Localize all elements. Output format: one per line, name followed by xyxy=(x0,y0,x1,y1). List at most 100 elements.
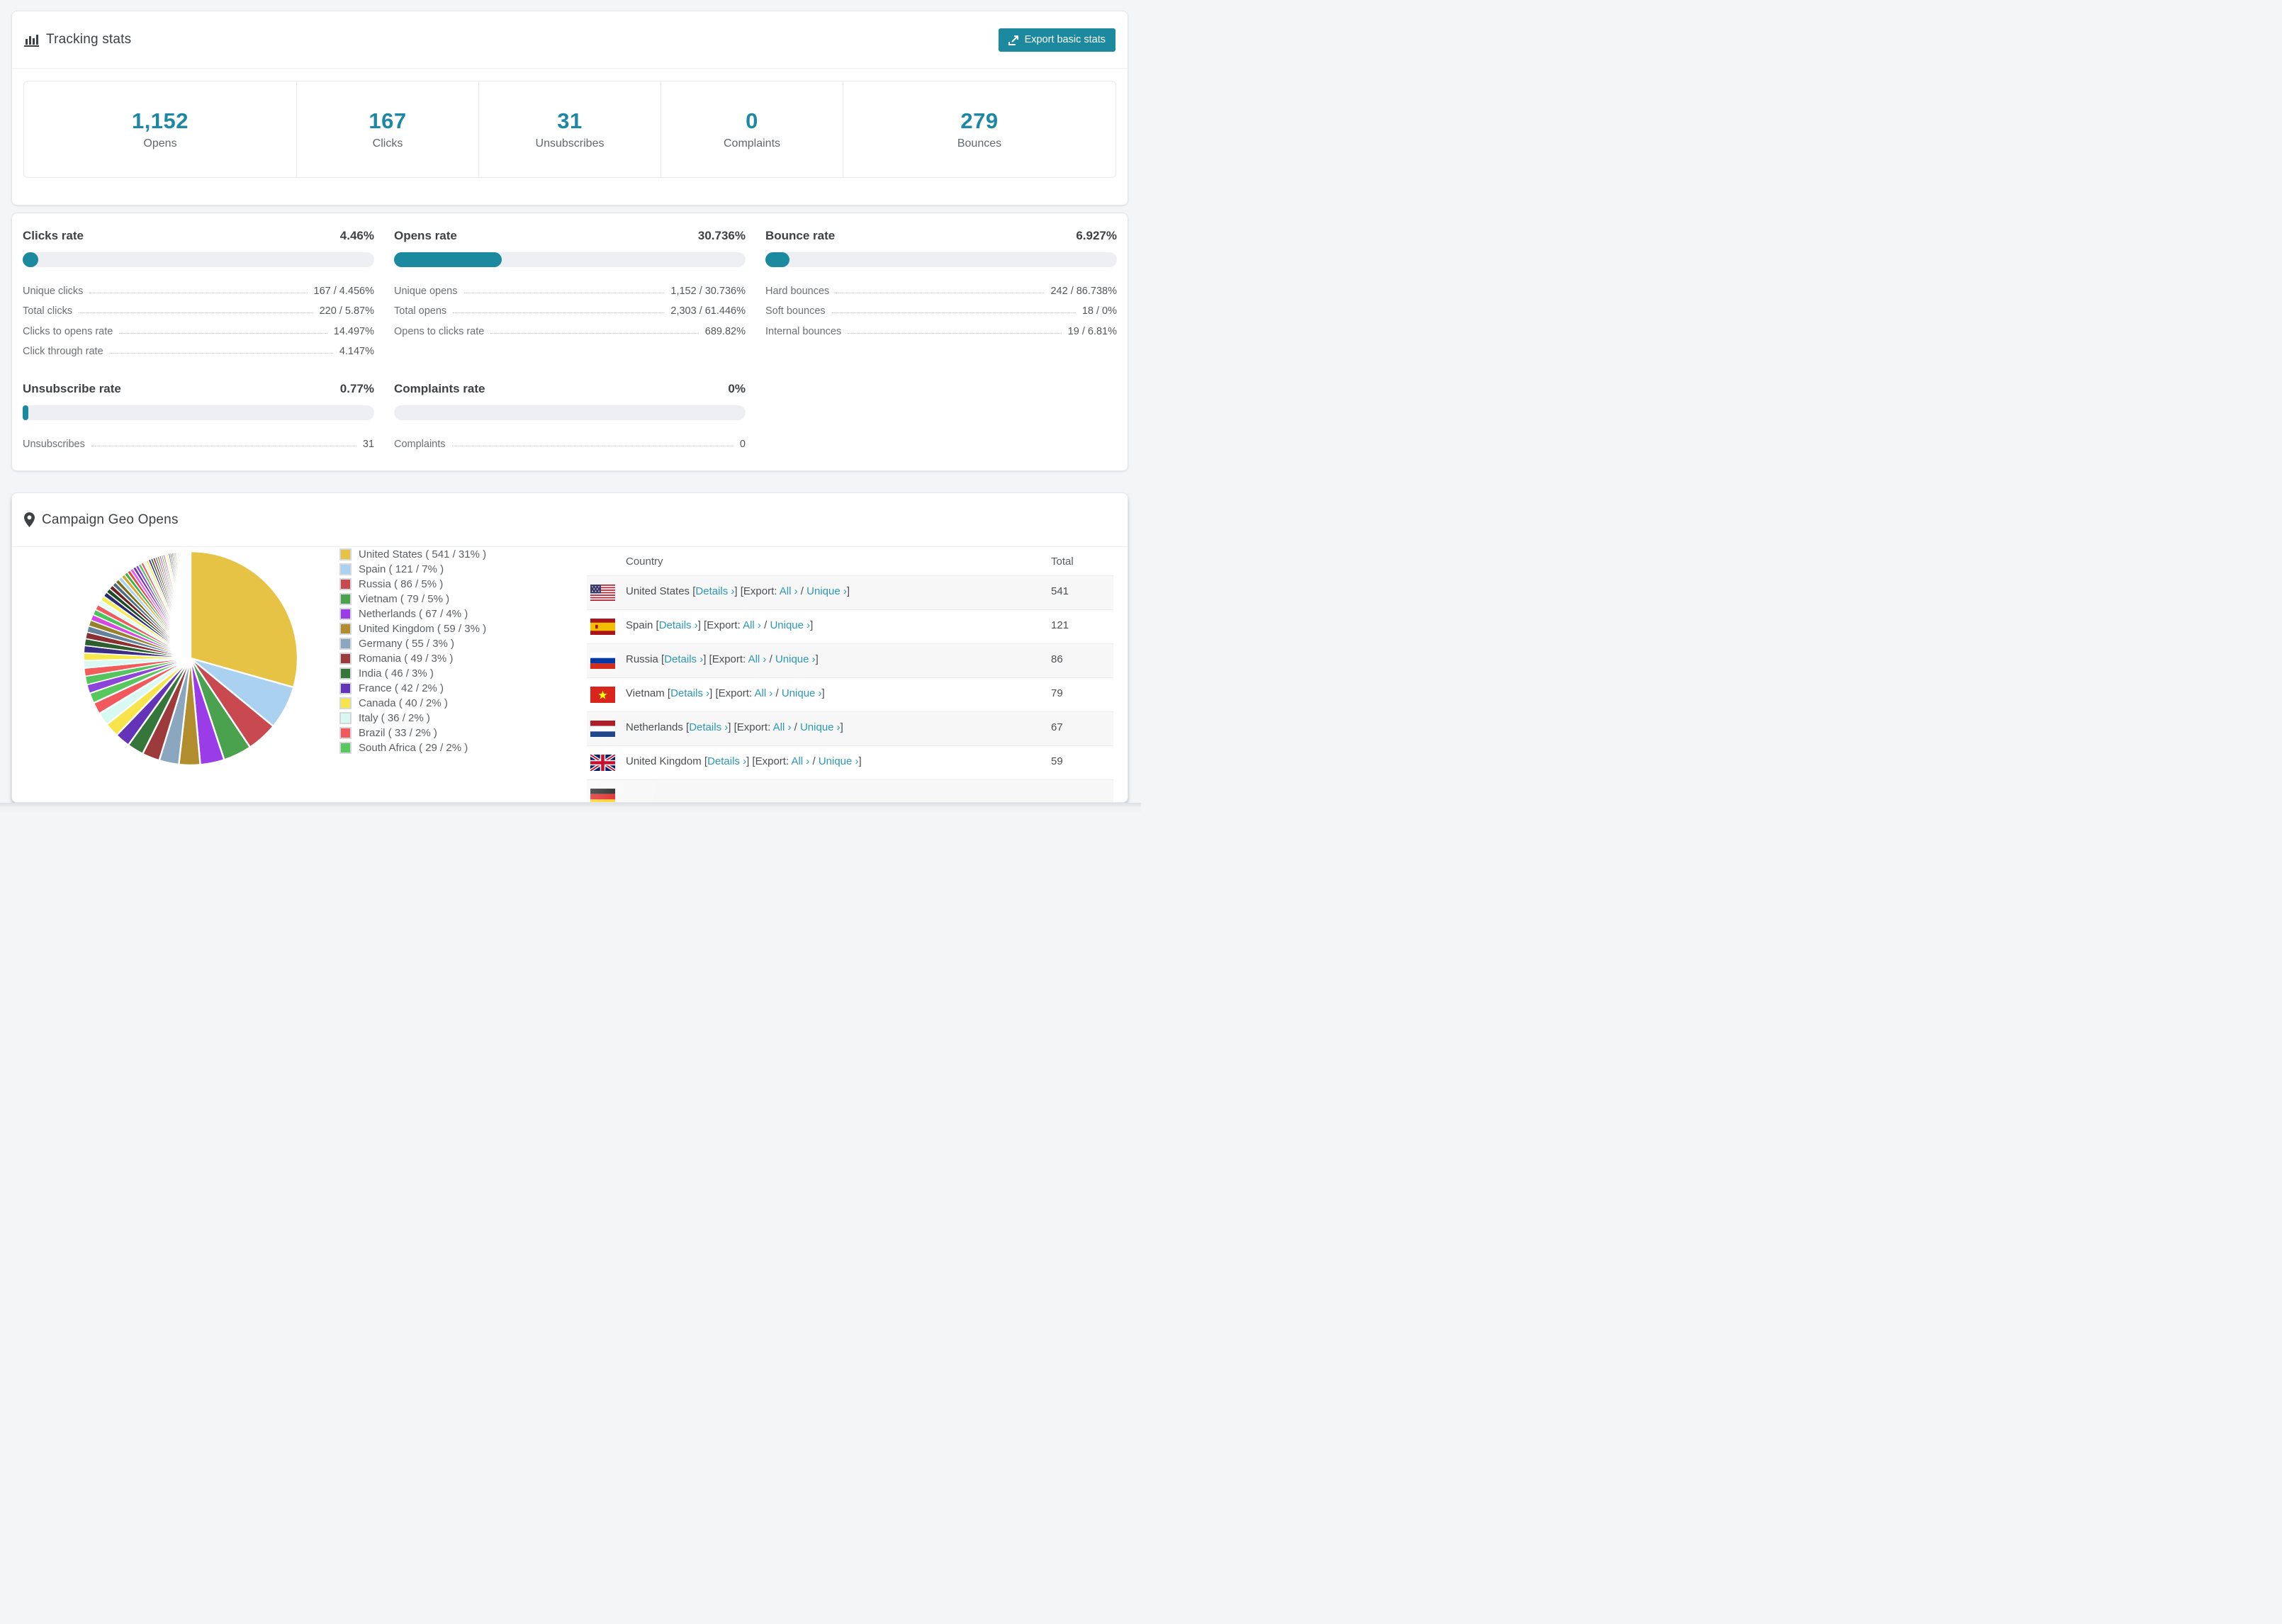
rate-head: Opens rate 30.736% xyxy=(394,229,746,243)
tracking-stats-header: Tracking stats Export basic stats xyxy=(12,11,1128,69)
campaign-geo-opens-card: Campaign Geo Opens United States ( 541 /… xyxy=(11,492,1128,803)
rate-progress-fill xyxy=(765,252,790,267)
rate-value: 4.46% xyxy=(339,229,374,242)
summary-stats-row: 1,152 Opens 167 Clicks 31 Unsubscribes 0 Compla… xyxy=(23,81,1116,178)
legend-swatch xyxy=(339,667,352,680)
country-flag-us xyxy=(590,585,615,601)
rate-detail-label: Hard bounces xyxy=(765,285,830,297)
legend-swatch xyxy=(339,727,352,739)
export-unique-link[interactable]: Unique › xyxy=(806,585,847,597)
export-unique-link[interactable]: Unique › xyxy=(800,721,841,733)
rate-detail-label: Total clicks xyxy=(23,305,73,317)
rate-head: Bounce rate 6.927% xyxy=(765,229,1117,243)
export-all-link[interactable]: All › xyxy=(773,721,792,733)
country-flag-nl xyxy=(590,721,615,737)
dotted-leader xyxy=(831,312,1076,313)
dotted-leader xyxy=(79,312,313,313)
table-row: Spain [Details ›] [Export: All › / Uniqu… xyxy=(587,609,1113,643)
table-row: United Kingdom [Details ›] [Export: All … xyxy=(587,745,1113,779)
geo-table-header: Country Total xyxy=(587,547,1113,575)
legend-swatch xyxy=(339,742,352,754)
export-icon xyxy=(1008,35,1019,45)
legend-swatch xyxy=(339,623,352,635)
column-header-country: Country xyxy=(626,556,663,568)
country-flag-es xyxy=(590,619,615,635)
rate-detail-value: 14.497% xyxy=(333,325,374,337)
stat-label: Opens xyxy=(143,137,177,150)
export-all-link[interactable]: All › xyxy=(743,619,761,631)
details-link[interactable]: Details › xyxy=(707,755,746,767)
rate-detail-row: Unsubscribes 31 xyxy=(23,432,374,452)
rate-head: Complaints rate 0% xyxy=(394,382,746,396)
rate-detail-label: Click through rate xyxy=(23,346,103,357)
details-link[interactable]: Details › xyxy=(670,687,709,699)
export-all-link[interactable]: All › xyxy=(780,585,798,597)
legend-item: Vietnam ( 79 / 5% ) xyxy=(339,592,486,607)
map-pin-icon xyxy=(24,512,35,527)
slash-separator: / xyxy=(766,653,775,665)
rate-progress-fill xyxy=(23,252,39,267)
export-unique-link[interactable]: Unique › xyxy=(782,687,822,699)
column-header-total: Total xyxy=(1051,556,1074,568)
rate-detail-value: 31 xyxy=(362,438,374,450)
geo-country-table: Country Total United States [Details ›] [E… xyxy=(587,547,1113,802)
rate-detail-label: Soft bounces xyxy=(765,305,826,317)
legend-label: Netherlands ( 67 / 4% ) xyxy=(359,608,468,620)
details-link[interactable]: Details › xyxy=(695,585,734,597)
rate-detail-value: 242 / 86.738% xyxy=(1050,285,1117,297)
rate-detail-label: Unique clicks xyxy=(23,285,84,297)
export-all-link[interactable]: All › xyxy=(754,687,772,699)
legend-swatch xyxy=(339,653,352,665)
rate-detail-row: Opens to clicks rate 689.82% xyxy=(394,319,746,339)
rate-detail-value: 18 / 0% xyxy=(1081,305,1117,317)
rate-block-clicks-rate: Clicks rate 4.46% Unique clicks 167 / 4.456… xyxy=(23,229,374,359)
legend-label: Vietnam ( 79 / 5% ) xyxy=(359,593,450,605)
pie-slice[interactable] xyxy=(189,551,191,659)
slash-separator: / xyxy=(772,687,782,699)
export-unique-link[interactable]: Unique › xyxy=(775,653,816,665)
dotted-leader xyxy=(109,353,333,354)
rate-detail-row: Complaints 0 xyxy=(394,432,746,452)
rate-detail-label: Total opens xyxy=(394,305,447,317)
country-cell: Vietnam [Details ›] [Export: All › / Uni… xyxy=(626,687,825,699)
rates-card: Clicks rate 4.46% Unique clicks 167 / 4.456… xyxy=(11,213,1128,471)
rate-detail-row: Click through rate 4.147% xyxy=(23,339,374,360)
export-unique-link[interactable]: Unique › xyxy=(819,755,859,767)
rate-head: Unsubscribe rate 0.77% xyxy=(23,382,374,396)
legend-label: Brazil ( 33 / 2% ) xyxy=(359,727,437,739)
total-cell: 121 xyxy=(1051,619,1069,631)
legend-item: South Africa ( 29 / 2% ) xyxy=(339,740,486,755)
details-link[interactable]: Details › xyxy=(689,721,728,733)
rate-block-complaints-rate: Complaints rate 0% Complaints 0 xyxy=(394,382,746,452)
stat-value: 167 xyxy=(369,108,407,133)
stat-value: 279 xyxy=(960,108,999,133)
legend-label: India ( 46 / 3% ) xyxy=(359,667,434,680)
export-basic-stats-button[interactable]: Export basic stats xyxy=(998,28,1115,52)
rate-detail-row: Unique opens 1,152 / 30.736% xyxy=(394,278,746,299)
slash-separator: / xyxy=(797,585,807,597)
legend-label: Germany ( 55 / 3% ) xyxy=(359,638,455,650)
page-bottom-shade xyxy=(0,803,1141,812)
rate-detail-row: Soft bounces 18 / 0% xyxy=(765,299,1117,320)
legend-swatch xyxy=(339,682,352,694)
rate-progress-bar xyxy=(23,252,374,267)
rate-detail-value: 1,152 / 30.736% xyxy=(670,285,746,297)
legend-item: Spain ( 121 / 7% ) xyxy=(339,562,486,577)
export-button-label: Export basic stats xyxy=(1024,34,1106,45)
export-all-link[interactable]: All › xyxy=(748,653,767,665)
total-cell: 67 xyxy=(1051,721,1063,733)
export-unique-link[interactable]: Unique › xyxy=(770,619,810,631)
details-link[interactable]: Details › xyxy=(659,619,698,631)
rate-title: Bounce rate xyxy=(765,229,836,242)
legend-label: South Africa ( 29 / 2% ) xyxy=(359,742,468,754)
legend-item: Romania ( 49 / 3% ) xyxy=(339,651,486,666)
legend-swatch xyxy=(339,712,352,724)
legend-label: United Kingdom ( 59 / 3% ) xyxy=(359,623,487,635)
rate-detail-value: 167 / 4.456% xyxy=(313,285,374,297)
details-link[interactable]: Details › xyxy=(664,653,703,665)
rate-progress-bar xyxy=(394,405,746,420)
legend-label: Canada ( 40 / 2% ) xyxy=(359,697,448,709)
export-all-link[interactable]: All › xyxy=(791,755,809,767)
legend-item: Canada ( 40 / 2% ) xyxy=(339,696,486,711)
legend-item: United Kingdom ( 59 / 3% ) xyxy=(339,621,486,636)
